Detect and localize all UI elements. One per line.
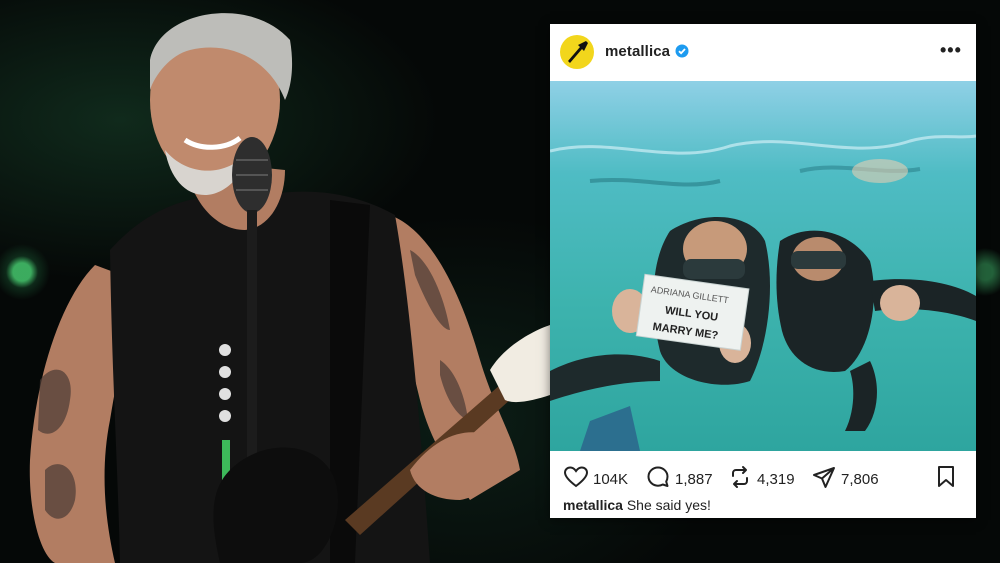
comments-count: 1,887 <box>675 470 713 488</box>
bookmark-button[interactable] <box>936 464 956 494</box>
verified-badge-icon <box>675 44 689 63</box>
share-button[interactable]: 7,806 <box>812 464 879 494</box>
share-icon <box>812 465 836 494</box>
repost-icon <box>728 465 752 494</box>
shares-count: 7,806 <box>841 470 879 488</box>
caption-text: She said yes! <box>626 497 711 513</box>
caption-username[interactable]: metallica <box>563 497 623 513</box>
post-username[interactable]: metallica <box>605 43 670 60</box>
repost-button[interactable]: 4,319 <box>728 464 795 494</box>
more-options-icon[interactable]: ••• <box>940 40 962 61</box>
comment-button[interactable]: 1,887 <box>646 464 713 494</box>
likes-count: 104K <box>593 470 629 488</box>
avatar-logo-icon[interactable] <box>560 35 594 69</box>
performer-photo <box>29 13 550 563</box>
comment-icon <box>646 465 670 494</box>
post-image[interactable]: ADRIANA GILLETT WILL YOU MARRY ME? <box>550 81 976 451</box>
instagram-post-card: metallica ••• ADRIANA GILLETT WILL YOU M… <box>550 24 976 518</box>
post-caption: metallica She said yes! <box>563 497 711 513</box>
bookmark-icon <box>936 465 956 494</box>
post-action-row: 104K 1,887 4,319 7,806 <box>550 464 976 494</box>
like-button[interactable]: 104K <box>563 464 629 494</box>
reposts-count: 4,319 <box>757 470 795 488</box>
post-header: metallica ••• <box>550 24 976 81</box>
heart-icon <box>563 465 589 493</box>
